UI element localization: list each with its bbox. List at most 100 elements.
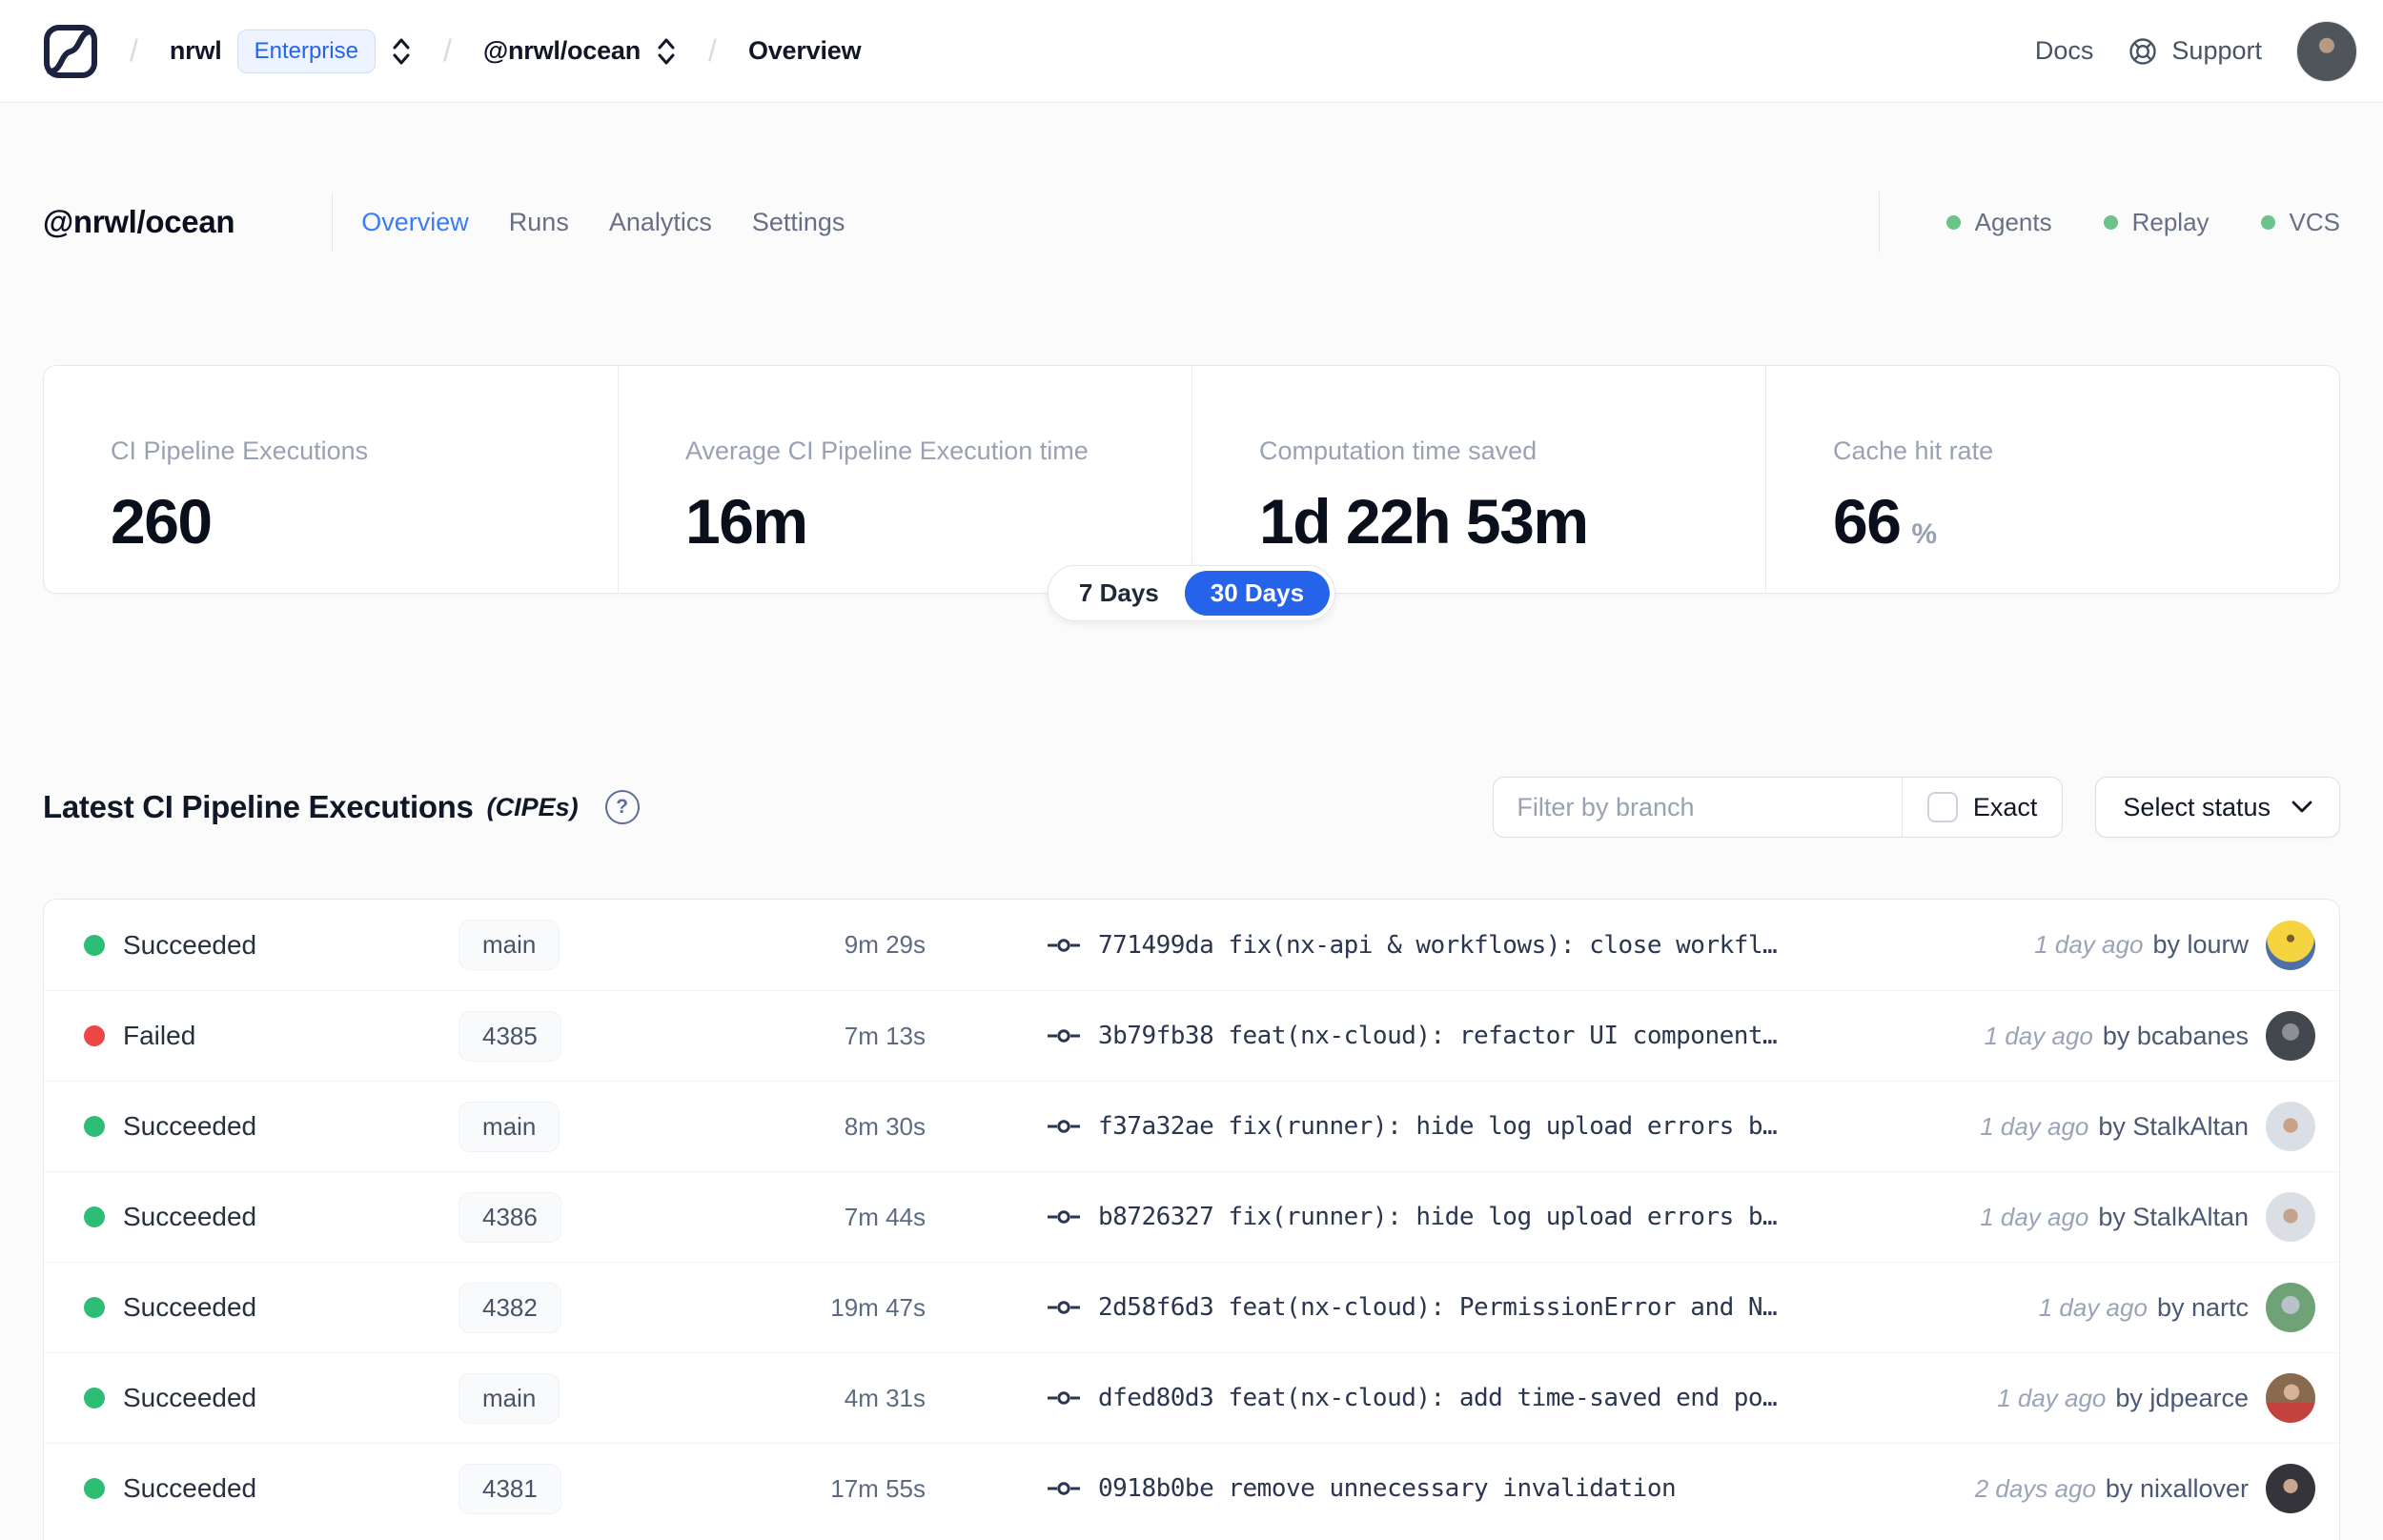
duration-label: 4m 31s	[844, 1383, 926, 1412]
docs-link[interactable]: Docs	[2035, 36, 2094, 66]
topbar-right: Docs Support	[2035, 20, 2357, 82]
row-meta: 1 day ago by StalkAltan	[1980, 1102, 2315, 1151]
branch-filter-input[interactable]	[1494, 778, 1902, 837]
row-meta: 1 day ago by jdpearce	[1997, 1373, 2315, 1423]
time-ago-label: 1 day ago	[2034, 930, 2144, 959]
org-name[interactable]: nrwl	[170, 36, 222, 66]
stat-number: 16m	[685, 486, 808, 557]
commit-cell[interactable]: 0918b0be remove unnecessary invalidation	[1047, 1474, 1956, 1503]
status-label: Succeeded	[123, 1292, 257, 1322]
workspace-tabs: Overview Runs Analytics Settings	[357, 200, 848, 245]
time-ago-label: 1 day ago	[1984, 1021, 2093, 1050]
select-status-dropdown[interactable]: Select status	[2095, 777, 2340, 838]
branch-badge[interactable]: 4386	[458, 1191, 561, 1243]
range-7-days-button[interactable]: 7 Days	[1053, 571, 1185, 616]
nx-cloud-logo[interactable]	[43, 24, 98, 79]
row-meta: 1 day ago by bcabanes	[1985, 1011, 2315, 1061]
table-row[interactable]: Succeeded 4382 19m 47s 2d58f6d3 feat(nx-…	[44, 1262, 2339, 1352]
author-label: by lourw	[2152, 930, 2249, 959]
breadcrumb-page: Overview	[747, 36, 862, 65]
duration-label: 17m 55s	[830, 1473, 926, 1503]
stats-section: CI Pipeline Executions 260 Average CI Pi…	[43, 365, 2340, 621]
branch-cell: main	[458, 1101, 687, 1152]
table-row[interactable]: Failed 4385 7m 13s 3b79fb38 feat(nx-clou…	[44, 990, 2339, 1081]
range-30-days-button[interactable]: 30 Days	[1184, 571, 1331, 616]
row-meta: 1 day ago by StalkAltan	[1980, 1192, 2315, 1242]
author-avatar	[2266, 1102, 2315, 1151]
branch-cell: 4385	[458, 1010, 687, 1062]
author-label: by nartc	[2156, 1292, 2249, 1322]
commit-message: f37a32ae fix(runner): hide log upload er…	[1098, 1112, 1778, 1141]
table-row[interactable]: Succeeded main 8m 30s f37a32ae fix(runne…	[44, 1081, 2339, 1171]
cipe-table: Succeeded main 9m 29s 771499da fix(nx-ap…	[43, 899, 2340, 1540]
breadcrumb-separator: /	[708, 33, 717, 68]
tab-analytics[interactable]: Analytics	[605, 200, 716, 245]
tab-runs[interactable]: Runs	[505, 200, 573, 245]
stat-label: CI Pipeline Executions	[111, 436, 369, 465]
commit-message: 3b79fb38 feat(nx-cloud): refactor UI com…	[1098, 1022, 1778, 1050]
commit-message: b8726327 fix(runner): hide log upload er…	[1098, 1203, 1778, 1231]
git-commit-icon	[1048, 938, 1080, 952]
feature-status-group: Agents Replay VCS	[1878, 192, 2340, 253]
status-label: Succeeded	[123, 1111, 257, 1141]
author-label: by StalkAltan	[2098, 1111, 2249, 1141]
tab-overview[interactable]: Overview	[357, 200, 473, 245]
commit-cell[interactable]: b8726327 fix(runner): hide log upload er…	[1047, 1203, 1961, 1231]
exact-checkbox[interactable]	[1926, 792, 1958, 822]
commit-cell[interactable]: 2d58f6d3 feat(nx-cloud): PermissionError…	[1047, 1293, 2020, 1322]
branch-badge[interactable]: 4385	[458, 1010, 561, 1062]
commit-cell[interactable]: 3b79fb38 feat(nx-cloud): refactor UI com…	[1047, 1022, 1965, 1050]
author-avatar	[2266, 1192, 2315, 1242]
branch-badge[interactable]: main	[458, 920, 560, 970]
table-row[interactable]: Succeeded main 4m 31s dfed80d3 feat(nx-c…	[44, 1352, 2339, 1443]
breadcrumb-org: nrwl Enterprise	[170, 29, 412, 73]
status-label: Succeeded	[123, 1473, 257, 1503]
branch-badge[interactable]: main	[458, 1101, 560, 1152]
commit-cell[interactable]: 771499da fix(nx-api & workflows): close …	[1047, 931, 2015, 960]
support-link[interactable]: Support	[2128, 36, 2262, 67]
git-commit-icon	[1048, 1482, 1080, 1495]
enterprise-badge: Enterprise	[236, 29, 376, 73]
status-dot-icon	[84, 1206, 105, 1227]
chevron-down-icon	[2291, 800, 2312, 813]
breadcrumb-separator: /	[130, 33, 138, 68]
table-row[interactable]: Succeeded 4386 7m 44s b8726327 fix(runne…	[44, 1171, 2339, 1262]
branch-badge[interactable]: 4382	[458, 1282, 561, 1333]
workspace-name[interactable]: @nrwl/ocean	[483, 36, 641, 66]
stat-label: Average CI Pipeline Execution time	[685, 436, 1089, 465]
stat-number: 260	[111, 486, 213, 557]
help-icon[interactable]: ?	[604, 790, 640, 824]
indicator-agents[interactable]: Agents	[1945, 208, 2052, 237]
stat-value: 66 %	[1833, 485, 2339, 557]
indicator-replay[interactable]: Replay	[2103, 207, 2210, 237]
cipe-title: Latest CI Pipeline Executions	[43, 789, 474, 824]
exact-toggle[interactable]: Exact	[1903, 792, 2063, 822]
author-avatar	[2266, 1373, 2315, 1423]
branch-badge[interactable]: 4381	[458, 1463, 561, 1514]
row-meta: 1 day ago by nartc	[2039, 1283, 2315, 1332]
stat-label: Cache hit rate	[1833, 436, 1994, 465]
stat-ci-pipeline-executions: CI Pipeline Executions 260	[44, 366, 618, 593]
commit-message: 0918b0be remove unnecessary invalidation	[1098, 1474, 1677, 1503]
breadcrumb-separator: /	[442, 33, 452, 68]
tab-settings[interactable]: Settings	[748, 200, 849, 245]
workspace-switcher-chevron-icon[interactable]	[656, 35, 677, 68]
commit-cell[interactable]: f37a32ae fix(runner): hide log upload er…	[1047, 1112, 1961, 1141]
user-avatar[interactable]	[2296, 20, 2357, 82]
indicator-vcs[interactable]: VCS	[2260, 208, 2340, 237]
status-dot-icon	[84, 1116, 105, 1137]
author-label: by bcabanes	[2102, 1021, 2249, 1050]
table-row[interactable]: Succeeded 4381 17m 55s 0918b0be remove u…	[44, 1443, 2339, 1533]
table-row[interactable]: Succeeded main 9m 29s 771499da fix(nx-ap…	[44, 900, 2339, 990]
org-switcher-chevron-icon[interactable]	[391, 35, 412, 68]
git-commit-icon	[1048, 1120, 1080, 1133]
stat-unit: %	[1911, 518, 1938, 550]
commit-cell[interactable]: dfed80d3 feat(nx-cloud): add time-saved …	[1047, 1384, 1978, 1412]
indicator-label: Replay	[2131, 207, 2210, 236]
status-dot-icon	[84, 1297, 105, 1318]
lifebuoy-icon	[2129, 37, 2157, 65]
commit-message: 771499da fix(nx-api & workflows): close …	[1098, 930, 1778, 960]
branch-badge[interactable]: main	[458, 1372, 560, 1424]
green-dot-icon	[2103, 214, 2118, 230]
stat-cache-hit-rate: Cache hit rate 66 %	[1765, 366, 2339, 593]
